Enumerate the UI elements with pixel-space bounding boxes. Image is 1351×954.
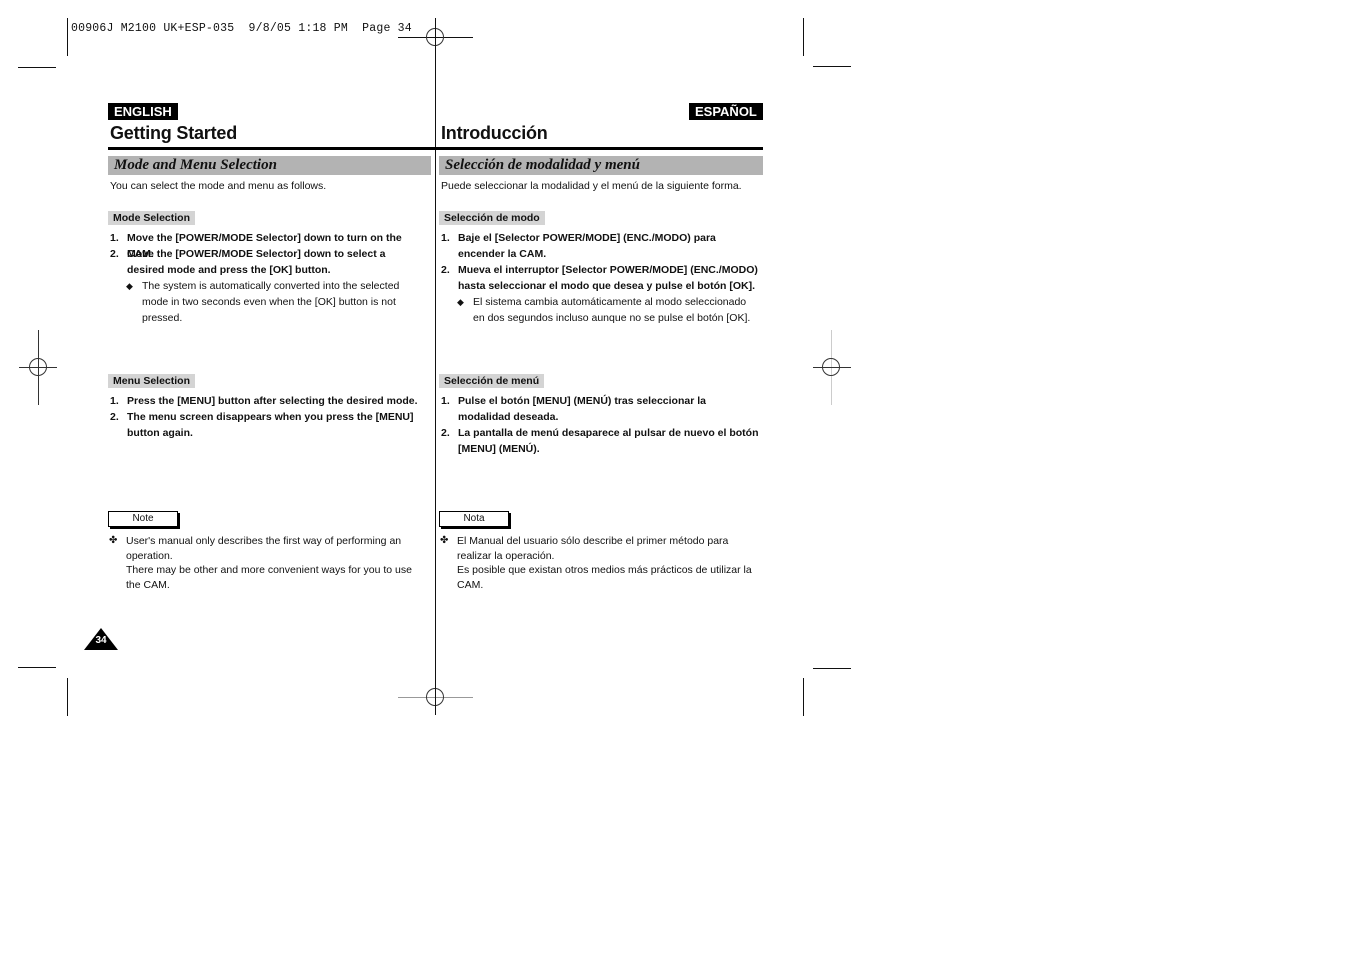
step-number: 1. — [441, 232, 450, 244]
note-text: User's manual only describes the first w… — [126, 535, 402, 562]
list-item: 1. Pulse el botón [MENU] (MENÚ) tras sel… — [441, 393, 761, 425]
crop-mark — [67, 18, 68, 56]
list-item: 2. Move the [POWER/MODE Selector] down t… — [110, 246, 425, 278]
title-rule — [108, 147, 435, 150]
note-label-english: Note — [108, 511, 178, 527]
title-rule — [435, 147, 763, 150]
bullet-item: ◆ El sistema cambia automáticamente al m… — [457, 294, 759, 326]
step-number: 1. — [110, 395, 119, 407]
intro-english: You can select the mode and menu as foll… — [110, 180, 327, 192]
note-text: El Manual del usuario sólo describe el p… — [457, 535, 729, 562]
step-number: 1. — [441, 395, 450, 407]
diamond-bullet-icon: ◆ — [457, 297, 464, 307]
step-text: Move the [POWER/MODE Selector] down to s… — [127, 248, 386, 276]
crop-mark — [803, 678, 804, 716]
crop-mark — [803, 18, 804, 56]
cross-bullet-icon: ✤ — [440, 535, 449, 546]
list-item: 1. Baje el [Selector POWER/MODE] (ENC./M… — [441, 230, 761, 262]
cross-bullet-icon: ✤ — [109, 535, 118, 546]
page-number: 34 — [95, 635, 107, 646]
registration-mark-icon — [29, 358, 47, 376]
page-title-spanish: Introducción — [441, 123, 548, 143]
step-number: 2. — [441, 427, 450, 439]
step-number: 2. — [441, 264, 450, 276]
diamond-bullet-icon: ◆ — [126, 281, 133, 291]
lang-badge-spanish: ESPAÑOL — [689, 103, 763, 120]
sublabel-menu-selection: Selección de menú — [439, 374, 545, 388]
section-bar-spanish: Selección de modalidad y menú — [439, 156, 763, 175]
step-text: The menu screen disappears when you pres… — [127, 411, 414, 439]
page-title-english: Getting Started — [110, 123, 238, 143]
list-item: 2. Mueva el interruptor [Selector POWER/… — [441, 262, 761, 294]
step-text: La pantalla de menú desaparece al pulsar… — [458, 427, 759, 455]
sublabel-mode-selection: Mode Selection — [108, 211, 196, 225]
step-text: Press the [MENU] button after selecting … — [127, 395, 418, 407]
bullet-text: The system is automatically converted in… — [142, 280, 400, 324]
step-text: Mueva el interruptor [Selector POWER/MOD… — [458, 264, 758, 292]
crop-mark — [18, 67, 56, 68]
registration-mark-icon — [822, 358, 840, 376]
note-text: There may be other and more convenient w… — [126, 564, 412, 591]
note-spanish: ✤ El Manual del usuario sólo describe el… — [440, 534, 755, 592]
list-item: 2. The menu screen disappears when you p… — [110, 409, 415, 441]
section-title-spanish: Selección de modalidad y menú — [445, 157, 640, 173]
center-divider — [435, 18, 436, 715]
section-bar-english: Mode and Menu Selection — [108, 156, 431, 175]
crop-mark — [813, 668, 851, 669]
print-slug: 00906J M2100 UK+ESP-035 9/8/05 1:18 PM P… — [71, 22, 412, 35]
step-text: Baje el [Selector POWER/MODE] (ENC./MODO… — [458, 232, 716, 260]
crop-mark — [18, 667, 56, 668]
sublabel-mode-selection: Selección de modo — [439, 211, 545, 225]
step-number: 1. — [110, 232, 119, 244]
bullet-item: ◆ The system is automatically converted … — [126, 278, 428, 326]
lang-badge-english: ENGLISH — [108, 103, 178, 120]
step-number: 2. — [110, 248, 119, 260]
list-item: 1. Press the [MENU] button after selecti… — [110, 393, 430, 409]
intro-spanish: Puede seleccionar la modalidad y el menú… — [441, 180, 742, 192]
crop-mark — [67, 678, 68, 716]
note-label-spanish: Nota — [439, 511, 509, 527]
list-item: 2. La pantalla de menú desaparece al pul… — [441, 425, 761, 457]
step-text: Pulse el botón [MENU] (MENÚ) tras selecc… — [458, 395, 706, 423]
sublabel-menu-selection: Menu Selection — [108, 374, 196, 388]
step-number: 2. — [110, 411, 119, 423]
bullet-text: El sistema cambia automáticamente al mod… — [473, 296, 751, 324]
section-title-english: Mode and Menu Selection — [114, 157, 277, 173]
note-english: ✤ User's manual only describes the first… — [109, 534, 429, 592]
crop-mark — [813, 66, 851, 67]
note-text: Es posible que existan otros medios más … — [457, 564, 752, 591]
